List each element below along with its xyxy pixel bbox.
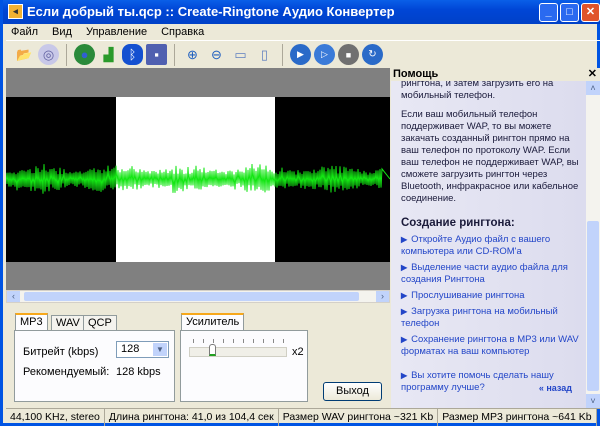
status-length: Длина рингтона: 41,0 из 104,4 сек (105, 409, 279, 426)
status-bar: 44,100 KHz, stereo Длина рингтона: 41,0 … (6, 408, 600, 426)
status-format: 44,100 KHz, stereo (6, 409, 105, 426)
signal-icon[interactable]: ▟ (98, 44, 119, 65)
amplifier-panel: x2 (180, 330, 308, 402)
menu-help[interactable]: Справка (161, 24, 204, 40)
help-link-upload[interactable]: ▶ Загрузка рингтона на мобильный телефон (401, 306, 581, 330)
scroll-down-icon[interactable]: ˅ (586, 394, 600, 408)
app-icon: ◂ (8, 4, 23, 19)
amplifier-slider-track[interactable] (189, 347, 287, 357)
waveform-svg (5, 97, 391, 262)
help-paragraph: рингтона, и затем загрузить его на мобил… (401, 81, 554, 101)
help-title: Помощь (393, 68, 439, 80)
bitrate-label: Битрейт (kbps) (23, 346, 99, 358)
bluetooth-icon[interactable]: ᛒ (122, 44, 143, 65)
close-button[interactable]: ✕ (581, 3, 600, 22)
chevron-down-icon[interactable]: ▼ (153, 343, 167, 356)
tab-qcp[interactable]: QCP (83, 315, 117, 330)
help-heading: Создание рингтона: (401, 217, 515, 229)
exit-button[interactable]: Выход (323, 382, 382, 401)
help-paragraph: Если ваш мобильный телефон поддерживает … (401, 109, 579, 204)
close-icon[interactable]: ✕ (588, 68, 597, 81)
recommended-label: Рекомендуемый: (23, 366, 110, 378)
help-link-select[interactable]: ▶ Выделение части аудио файла для создани… (401, 262, 581, 286)
zoom-fit-icon[interactable]: ▯ (254, 44, 275, 65)
help-scroll-thumb[interactable] (587, 221, 599, 391)
play-selection-icon[interactable]: ▷ (314, 44, 335, 65)
status-wav-size: Размер WAV рингтона ~321 Kb (279, 409, 439, 426)
horizontal-scrollbar[interactable]: ‹ › (6, 290, 390, 303)
help-link-save[interactable]: ▶ Сохранение рингтона в MP3 или WAV форма… (401, 334, 581, 358)
scroll-left-icon[interactable]: ‹ (7, 291, 20, 302)
status-mp3-size: Размер MP3 рингтона ~641 Kb (438, 409, 597, 426)
scroll-right-icon[interactable]: › (376, 291, 389, 302)
help-link-open[interactable]: ▶ Откройте Аудио файл с вашего компьютера… (401, 234, 581, 258)
separator (282, 43, 283, 66)
amplifier-slider-thumb[interactable] (208, 344, 216, 356)
menu-bar: Файл Вид Управление Справка (6, 24, 600, 40)
save-icon[interactable]: ▪ (146, 44, 167, 65)
separator (66, 43, 67, 66)
maximize-button[interactable]: □ (560, 3, 579, 22)
cd-icon[interactable]: ◎ (38, 44, 59, 65)
minimize-button[interactable]: _ (539, 3, 558, 22)
app-window: ◂ Если добрый ты.qcp :: Create-Ringtone … (0, 0, 600, 426)
help-content: рингтона, и затем загрузить его на мобил… (391, 81, 586, 408)
scroll-up-icon[interactable]: ˄ (586, 81, 600, 95)
slider-ticks (193, 339, 288, 343)
scroll-thumb[interactable] (24, 292, 359, 301)
toolbar: 📂 ◎ ● ▟ ᛒ ▪ ⊕ ⊖ ▭ ▯ ▶ ▷ ■ ↻ (6, 40, 600, 68)
menu-view[interactable]: Вид (52, 24, 72, 40)
zoom-selection-icon[interactable]: ▭ (230, 44, 251, 65)
stop-icon[interactable]: ■ (338, 44, 359, 65)
menu-control[interactable]: Управление (86, 24, 147, 40)
amplifier-value: x2 (292, 346, 304, 358)
separator (174, 43, 175, 66)
back-link[interactable]: « назад (539, 382, 572, 394)
window-title: Если добрый ты.qcp :: Create-Ringtone Ау… (27, 4, 395, 19)
zoom-in-icon[interactable]: ⊕ (182, 44, 203, 65)
help-link-listen[interactable]: ▶ Прослушивание рингтона (401, 290, 581, 302)
title-bar: ◂ Если добрый ты.qcp :: Create-Ringtone … (3, 0, 600, 24)
waveform-view[interactable] (5, 68, 391, 290)
help-panel: Помощь ✕ рингтона, и затем загрузить его… (391, 68, 600, 408)
open-folder-icon[interactable]: 📂 (14, 44, 35, 65)
tab-amplifier[interactable]: Усилитель (181, 313, 245, 330)
menu-file[interactable]: Файл (11, 24, 38, 40)
play-icon[interactable]: ▶ (290, 44, 311, 65)
bitrate-select[interactable]: 128 ▼ (116, 341, 169, 358)
tab-mp3[interactable]: MP3 (15, 313, 48, 330)
loop-icon[interactable]: ↻ (362, 44, 383, 65)
tab-wav[interactable]: WAV (51, 315, 85, 330)
help-scrollbar[interactable]: ˄ ˅ (586, 81, 600, 408)
mp3-settings: Битрейт (kbps) 128 ▼ Рекомендуемый: 128 … (14, 330, 175, 402)
editor-panel: ‹ › MP3 WAV QCP Битрейт (kbps) 128 ▼ Рек… (5, 68, 391, 408)
web-icon[interactable]: ● (74, 44, 95, 65)
zoom-out-icon[interactable]: ⊖ (206, 44, 227, 65)
help-header: Помощь ✕ (391, 68, 600, 81)
recommended-value: 128 kbps (116, 366, 161, 378)
bitrate-value: 128 (121, 343, 140, 355)
